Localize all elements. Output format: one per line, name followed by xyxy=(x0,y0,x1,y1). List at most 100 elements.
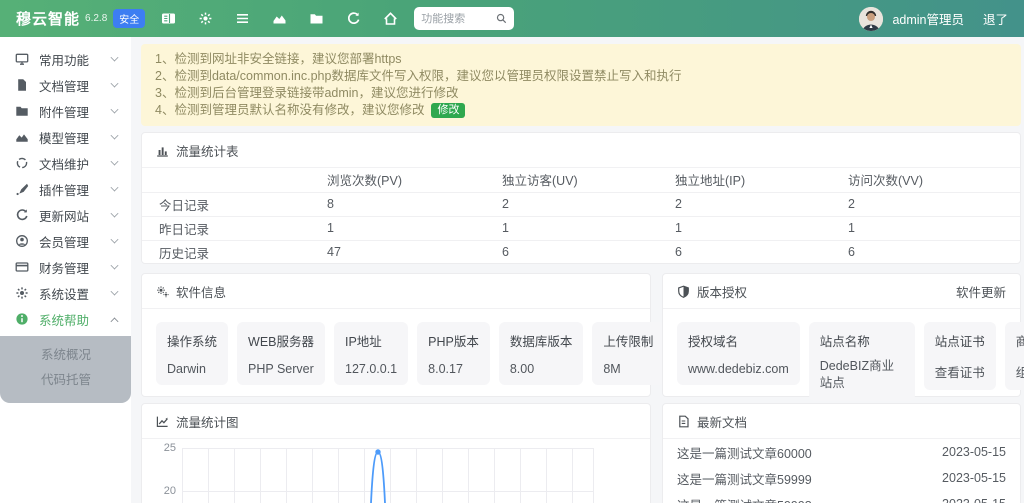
card-label: 授权域名 xyxy=(688,331,789,350)
y-axis-tick: 20 xyxy=(156,485,176,497)
search-box xyxy=(414,7,514,30)
table-row: 历史记录 47 6 6 6 xyxy=(142,240,1020,264)
cell-value: 6 xyxy=(485,240,658,264)
sidebar-item-finance-management[interactable]: 财务管理 xyxy=(0,254,131,280)
traffic-stats-panel: 流量统计表 浏览次数(PV) 独立访客(UV) 独立地址(IP) 访问次数(VV… xyxy=(141,132,1021,264)
security-warning-box: 1、检测到网址非安全链接，建议您部署https 2、检测到data/common… xyxy=(141,44,1021,126)
column-header xyxy=(142,168,310,192)
search-input[interactable] xyxy=(421,13,493,25)
menu-icon[interactable] xyxy=(235,11,250,26)
layout-icon[interactable] xyxy=(161,11,176,26)
panel-header: 流量统计表 xyxy=(142,133,1020,168)
top-navbar: 穆云智能 6.2.8 安全 admin管理员 退了 xyxy=(0,0,1024,37)
avatar-image xyxy=(859,7,883,31)
version-label: 6.2.8 xyxy=(85,13,107,24)
sidebar-item-label: 常用功能 xyxy=(39,50,89,69)
logout-button[interactable]: 退了 xyxy=(983,9,1008,28)
monitor-icon xyxy=(15,52,29,66)
panel-title: 版本授权 xyxy=(697,282,747,301)
column-header: 浏览次数(PV) xyxy=(310,168,485,192)
sidebar-item-model-management[interactable]: 模型管理 xyxy=(0,124,131,150)
area-chart-icon[interactable] xyxy=(272,11,287,26)
cell-value: 6 xyxy=(831,240,1020,264)
navbar-quick-icons xyxy=(161,11,398,26)
gear-icon xyxy=(15,286,29,300)
safe-badge: 安全 xyxy=(113,9,145,28)
sidebar: 常用功能 文档管理 附件管理 模型管理 文档维护 插件管理 更新网站 会员管理 … xyxy=(0,37,131,503)
license-card-domain: 授权域名www.dedebiz.com xyxy=(677,322,800,385)
card-label: PHP版本 xyxy=(428,331,479,350)
sidebar-item-label: 模型管理 xyxy=(39,128,89,147)
sidebar-item-label: 系统设置 xyxy=(39,284,89,303)
cell-value: 8 xyxy=(310,192,485,216)
row-label: 历史记录 xyxy=(142,240,310,264)
panel-header: 最新文档 xyxy=(663,404,1020,439)
bar-chart-icon xyxy=(156,144,169,157)
warning-text: 1、检测到网址非安全链接，建议您部署https xyxy=(155,51,402,68)
cell-value: 2 xyxy=(658,192,831,216)
panel-header: 流量统计图 xyxy=(142,404,650,439)
search-icon[interactable] xyxy=(496,13,507,24)
username-label: admin管理员 xyxy=(892,9,964,28)
card-value: Darwin xyxy=(167,362,217,376)
sidebar-item-attachment-management[interactable]: 附件管理 xyxy=(0,98,131,124)
view-certificate-link[interactable]: 查看证书 xyxy=(935,362,985,381)
document-icon xyxy=(15,78,29,92)
software-info-panel: 软件信息 操作系统Darwin WEB服务器PHP Server IP地址127… xyxy=(141,273,651,397)
doc-title-link[interactable]: 这是一篇测试文章59998 xyxy=(677,495,942,503)
card-label: 上传限制 xyxy=(603,331,653,350)
doc-title-link[interactable]: 这是一篇测试文章59999 xyxy=(677,469,942,488)
sidebar-item-label: 更新网站 xyxy=(39,206,89,225)
chevron-down-icon xyxy=(111,210,119,218)
chevron-down-icon xyxy=(111,80,119,88)
gear-icon[interactable] xyxy=(198,11,213,26)
card-label: 操作系统 xyxy=(167,331,217,350)
column-header: 独立访客(UV) xyxy=(485,168,658,192)
list-item: 这是一篇测试文章59998 2023-05-15 xyxy=(663,491,1020,503)
software-update-link[interactable]: 软件更新 xyxy=(956,282,1006,301)
chevron-down-icon xyxy=(111,262,119,270)
table-row: 今日记录 8 2 2 2 xyxy=(142,192,1020,216)
sidebar-item-member-management[interactable]: 会员管理 xyxy=(0,228,131,254)
submenu-item-code-hosting[interactable]: 代码托管 xyxy=(0,368,131,393)
latest-docs-panel: 最新文档 这是一篇测试文章60000 2023-05-15 这是一篇测试文章59… xyxy=(662,403,1021,503)
panel-header: 版本授权 软件更新 xyxy=(663,274,1020,309)
card-value: DedeBIZ商业站点 xyxy=(820,358,904,392)
sidebar-submenu: 系统概况 代码托管 xyxy=(0,336,131,403)
warning-line: 4、检测到管理员默认名称没有修改，建议您修改 修改 xyxy=(155,102,1007,119)
panel-header: 软件信息 xyxy=(142,274,650,309)
credit-card-icon xyxy=(15,260,29,274)
avatar[interactable] xyxy=(859,7,883,31)
card-value: 8.0.17 xyxy=(428,362,479,376)
panel-title: 最新文档 xyxy=(697,412,747,431)
gears-icon xyxy=(156,285,169,298)
doc-title-link[interactable]: 这是一篇测试文章60000 xyxy=(677,443,942,462)
sidebar-item-document-maintenance[interactable]: 文档维护 xyxy=(0,150,131,176)
sidebar-item-system-settings[interactable]: 系统设置 xyxy=(0,280,131,306)
license-panel: 版本授权 软件更新 授权域名www.dedebiz.com 站点名称DedeBI… xyxy=(662,273,1021,397)
sidebar-item-label: 会员管理 xyxy=(39,232,89,251)
sidebar-item-plugin-management[interactable]: 插件管理 xyxy=(0,176,131,202)
sidebar-item-common-functions[interactable]: 常用功能 xyxy=(0,46,131,72)
refresh-icon[interactable] xyxy=(346,11,361,26)
row-label: 今日记录 xyxy=(142,192,310,216)
sidebar-item-system-help[interactable]: 系统帮助 xyxy=(0,306,131,332)
software-info-cards: 操作系统Darwin WEB服务器PHP Server IP地址127.0.0.… xyxy=(142,309,650,398)
warning-line: 2、检测到data/common.inc.php数据库文件写入权限，建议您以管理… xyxy=(155,68,1007,85)
sidebar-item-update-site[interactable]: 更新网站 xyxy=(0,202,131,228)
main-content: 1、检测到网址非安全链接，建议您部署https 2、检测到data/common… xyxy=(141,37,1021,503)
submenu-item-system-overview[interactable]: 系统概况 xyxy=(0,343,131,368)
chevron-down-icon xyxy=(111,54,119,62)
panel-title: 软件信息 xyxy=(176,282,226,301)
warning-line: 1、检测到网址非安全链接，建议您部署https xyxy=(155,51,1007,68)
fix-button[interactable]: 修改 xyxy=(431,103,465,118)
folder-icon[interactable] xyxy=(309,11,324,26)
card-label: 站点证书 xyxy=(935,331,985,350)
component-status-link[interactable]: 组件状态 xyxy=(1016,362,1024,381)
card-label: 商业组件 xyxy=(1016,331,1024,350)
traffic-chart-panel: 流量统计图 25 20 xyxy=(141,403,651,503)
home-icon[interactable] xyxy=(383,11,398,26)
list-item: 这是一篇测试文章59999 2023-05-15 xyxy=(663,465,1020,491)
sidebar-item-document-management[interactable]: 文档管理 xyxy=(0,72,131,98)
sidebar-item-label: 系统帮助 xyxy=(39,310,89,329)
